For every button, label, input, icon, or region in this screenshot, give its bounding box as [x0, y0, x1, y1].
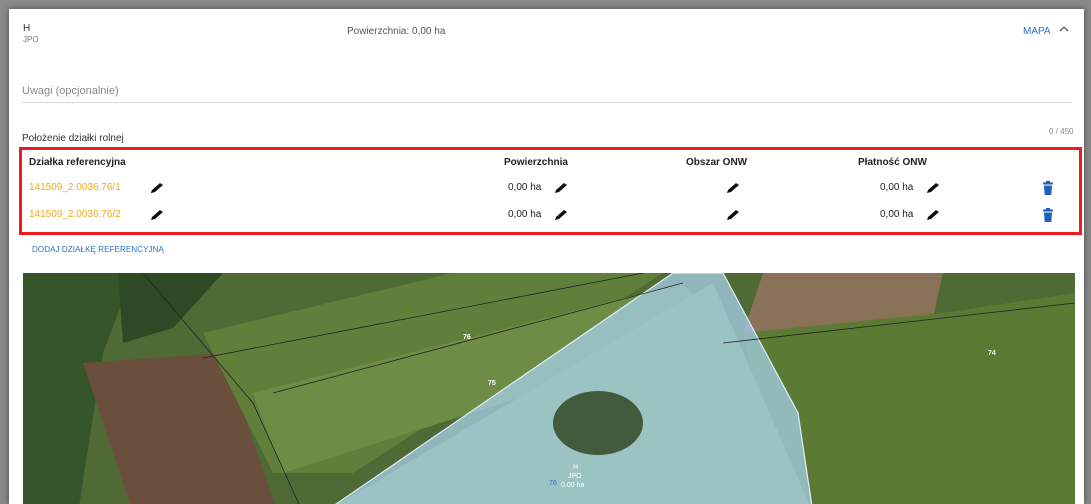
map-parcel-name: H — [573, 464, 578, 471]
parcel-number-label: 75 — [488, 380, 496, 387]
parcel-number-label: 74 — [988, 350, 996, 357]
crop-parcel-panel: H JPO Powierzchnia: 0,00 ha MAPA 0 / 450… — [9, 9, 1084, 504]
notes-char-counter: 0 / 450 — [1049, 127, 1074, 136]
parcel-number-label: 76 — [463, 334, 471, 341]
edit-onw-payment-icon[interactable] — [926, 182, 941, 194]
column-header-parcel: Działka referencyjna — [29, 157, 126, 168]
area-value: 0,00 ha — [508, 182, 542, 193]
onw-payment-value: 0,00 ha — [880, 182, 914, 193]
reference-parcels-table: Działka referencyjna Powierzchnia Obszar… — [19, 147, 1082, 235]
add-reference-parcel-button[interactable]: DODAJ DZIAŁKĘ REFERENCYJNĄ — [32, 245, 164, 254]
parcel-link[interactable]: 141509_2.0036.76/1 — [29, 182, 121, 193]
edit-onw-area-icon[interactable] — [726, 209, 741, 221]
parcel-subtitle: JPO — [23, 35, 39, 44]
notes-input[interactable] — [22, 80, 1072, 103]
onw-payment-value: 0,00 ha — [880, 209, 914, 220]
column-header-onw-payment: Płatność ONW — [858, 157, 927, 168]
chevron-up-icon[interactable] — [1059, 25, 1069, 36]
map-canvas: 76 75 74 76 H JPO 0.00 ha — [23, 272, 1076, 504]
parcel-link[interactable]: 141509_2.0036.76/2 — [29, 209, 121, 220]
edit-area-icon[interactable] — [554, 182, 569, 194]
table-row: 141509_2.0036.76/2 0,00 ha 0,00 ha — [22, 206, 1079, 226]
column-header-onw-area: Obszar ONW — [686, 157, 748, 168]
parcel-map[interactable]: 76 75 74 76 H JPO 0.00 ha — [23, 272, 1076, 504]
area-value: 0,00 ha — [508, 209, 542, 220]
map-parcel-area: 0.00 ha — [561, 482, 584, 489]
edit-onw-payment-icon[interactable] — [926, 209, 941, 221]
edit-parcel-icon[interactable] — [150, 182, 165, 194]
edit-onw-area-icon[interactable] — [726, 182, 741, 194]
edit-parcel-icon[interactable] — [150, 209, 165, 221]
tree-clump — [553, 391, 643, 455]
column-header-area: Powierzchnia — [504, 157, 568, 168]
parcel-area-summary: Powierzchnia: 0,00 ha — [347, 26, 446, 37]
parcel-number-label: 76 — [549, 480, 557, 487]
trash-icon[interactable] — [1042, 181, 1054, 195]
map-button[interactable]: MAPA — [1023, 26, 1051, 37]
trash-icon[interactable] — [1042, 208, 1054, 222]
edit-area-icon[interactable] — [554, 209, 569, 221]
parcel-title: H — [23, 23, 31, 34]
map-parcel-sub: JPO — [568, 473, 582, 480]
section-label-location: Położenie działki rolnej — [22, 133, 124, 144]
table-row: 141509_2.0036.76/1 0,00 ha 0,00 ha — [22, 179, 1079, 199]
